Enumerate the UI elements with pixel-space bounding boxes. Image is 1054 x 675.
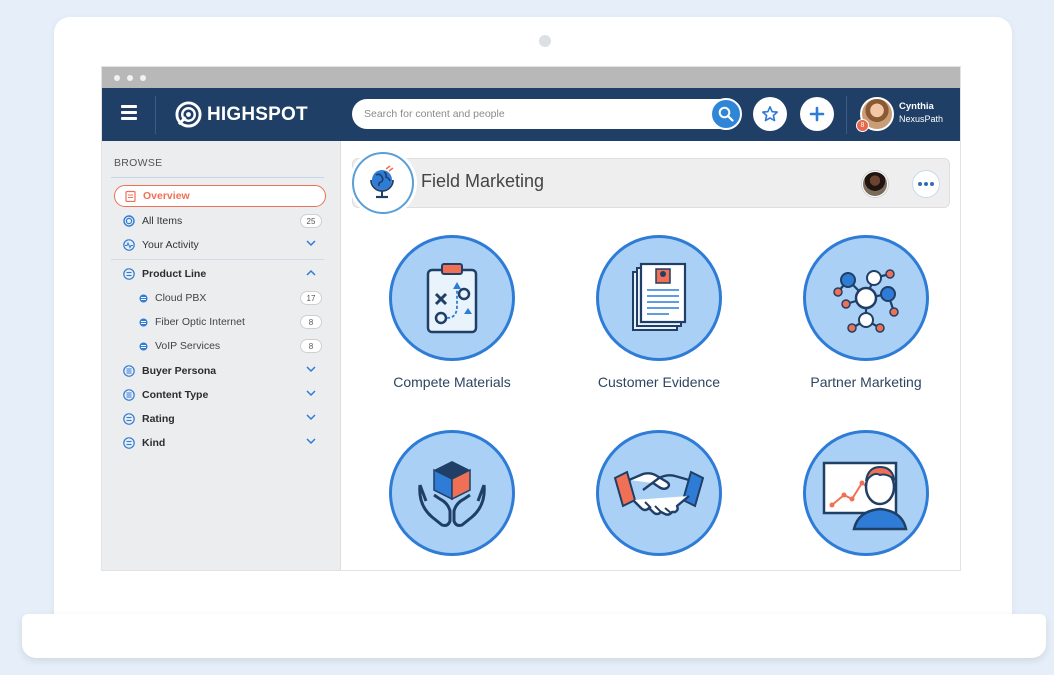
tile-circle xyxy=(596,430,722,556)
chevron-down-icon[interactable] xyxy=(306,390,316,397)
camera-dot xyxy=(539,35,551,47)
sidebar-item-buyer-persona[interactable]: Buyer Persona xyxy=(114,360,326,382)
chevron-up-icon[interactable] xyxy=(306,269,316,276)
sidebar-item-label: VoIP Services xyxy=(155,340,221,352)
top-bar: HIGHSPOT 8 Cynthia NexusPath xyxy=(102,88,960,141)
tile-presenter-chart[interactable] xyxy=(776,430,956,569)
divider xyxy=(846,96,847,134)
star-icon xyxy=(761,105,779,122)
sidebar-item-label: Overview xyxy=(143,190,190,202)
menu-icon[interactable] xyxy=(121,105,137,123)
sidebar-item-label: Your Activity xyxy=(142,239,199,251)
sidebar-item-overview[interactable]: Overview xyxy=(114,185,326,207)
plus-icon xyxy=(809,106,825,122)
divider xyxy=(111,177,324,178)
chevron-down-icon[interactable] xyxy=(306,240,316,247)
user-org: NexusPath xyxy=(899,114,944,124)
highspot-logo-icon xyxy=(175,101,202,128)
window-dot[interactable] xyxy=(114,74,120,81)
sidebar-item-label: All Items xyxy=(142,215,183,227)
activity-icon xyxy=(123,239,135,251)
tile-label: Customer Evidence xyxy=(597,374,721,390)
brand-logo[interactable]: HIGHSPOT xyxy=(175,101,308,128)
app-screen: HIGHSPOT 8 Cynthia NexusPath xyxy=(101,66,961,571)
sidebar-item-label: Product Line xyxy=(142,268,207,280)
window-dot[interactable] xyxy=(140,74,146,81)
notification-badge: 8 xyxy=(856,119,869,132)
sidebar-item-kind[interactable]: Kind xyxy=(114,432,326,454)
spot-title: Field Marketing xyxy=(421,171,545,191)
sidebar-item-label: Cloud PBX xyxy=(155,292,207,304)
chevron-down-icon[interactable] xyxy=(306,414,316,421)
item-count: 17 xyxy=(300,291,322,305)
more-options-button[interactable] xyxy=(912,170,940,198)
list-icon xyxy=(123,413,135,425)
sidebar-item-rating[interactable]: Rating xyxy=(114,408,326,430)
spot-icon xyxy=(352,152,414,214)
tile-customer-evidence[interactable]: Customer Evidence xyxy=(569,235,749,390)
tile-label: Compete Materials xyxy=(393,374,511,390)
sidebar-heading: BROWSE xyxy=(114,157,163,169)
sidebar-item-label: Content Type xyxy=(142,389,209,401)
list-icon xyxy=(123,437,135,449)
search-input[interactable] xyxy=(352,99,740,129)
sidebar-subitem-cloud-pbx[interactable]: Cloud PBX 17 xyxy=(114,287,326,309)
sidebar-subitem-fiber-optic-internet[interactable]: Fiber Optic Internet 8 xyxy=(114,311,326,333)
hands-cube-icon xyxy=(418,461,486,527)
user-name: Cynthia xyxy=(899,101,934,112)
clipboard-icon xyxy=(124,190,136,202)
handshake-icon xyxy=(613,470,705,516)
sidebar-item-label: Buyer Persona xyxy=(142,365,217,377)
presenter-chart-icon xyxy=(822,461,908,531)
network-icon xyxy=(833,269,899,333)
item-count: 25 xyxy=(300,214,322,228)
item-count: 8 xyxy=(300,339,322,353)
sidebar-item-label: Kind xyxy=(142,437,166,449)
tile-compete-materials[interactable]: Compete Materials xyxy=(362,235,542,390)
sidebar-item-all-items[interactable]: All Items 25 xyxy=(114,210,326,232)
list-icon xyxy=(123,268,135,280)
laptop-base xyxy=(22,614,1046,658)
sub-list-icon xyxy=(138,292,148,304)
tile-label: Partner Marketing xyxy=(810,374,922,390)
user-menu[interactable]: 8 xyxy=(856,97,894,132)
documents-icon xyxy=(632,262,687,331)
add-button[interactable] xyxy=(800,97,834,131)
window-dot[interactable] xyxy=(127,74,133,81)
sidebar-item-product-line[interactable]: Product Line xyxy=(114,263,326,285)
all-items-icon xyxy=(123,215,135,227)
search-button[interactable] xyxy=(710,98,742,130)
tile-circle xyxy=(596,235,722,361)
sub-list-icon xyxy=(138,316,148,328)
tile-hands-cube[interactable] xyxy=(362,430,542,569)
window-chrome xyxy=(102,67,960,88)
sidebar: BROWSE Overview All Items 25 Your Activi… xyxy=(102,141,341,570)
sidebar-item-label: Rating xyxy=(142,413,175,425)
item-count: 8 xyxy=(300,315,322,329)
tile-partner-marketing[interactable]: Partner Marketing xyxy=(776,235,956,390)
favorites-button[interactable] xyxy=(753,97,787,131)
sidebar-subitem-voip-services[interactable]: VoIP Services 8 xyxy=(114,335,326,357)
globe-icon xyxy=(370,165,394,199)
sidebar-item-label: Fiber Optic Internet xyxy=(155,316,245,328)
brand-name: HIGHSPOT xyxy=(207,103,308,125)
search-icon xyxy=(718,106,734,122)
chevron-down-icon[interactable] xyxy=(306,438,316,445)
tile-circle xyxy=(803,430,929,556)
tile-handshake[interactable] xyxy=(569,430,749,569)
sub-list-icon xyxy=(138,340,148,352)
sidebar-item-content-type[interactable]: Content Type xyxy=(114,384,326,406)
tile-circle xyxy=(803,235,929,361)
list-icon xyxy=(123,389,135,401)
tile-circle xyxy=(389,430,515,556)
chevron-down-icon[interactable] xyxy=(306,366,316,373)
clipboard-strategy-icon xyxy=(426,263,478,334)
owner-avatar[interactable] xyxy=(862,171,888,197)
list-icon xyxy=(123,365,135,377)
divider xyxy=(155,96,156,134)
tile-circle xyxy=(389,235,515,361)
main-content: Field Marketing Compete Materials Custom… xyxy=(342,141,960,570)
sidebar-item-your-activity[interactable]: Your Activity xyxy=(114,234,326,256)
divider xyxy=(111,259,324,260)
